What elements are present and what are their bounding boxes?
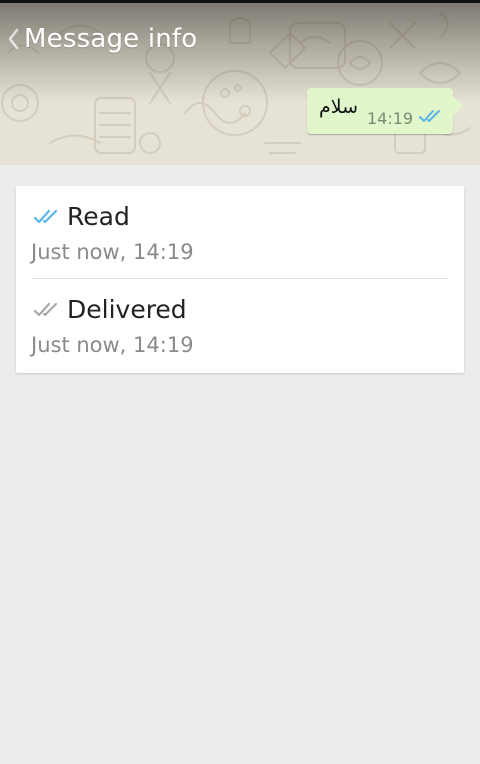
chevron-left-icon[interactable]	[2, 3, 24, 75]
receipt-time: Just now, 14:19	[31, 240, 194, 264]
message-bubble-tail	[452, 96, 464, 116]
receipt-row-read: Read Just now, 14:19	[16, 186, 464, 279]
double-check-icon	[419, 110, 440, 122]
receipt-row-delivered: Delivered Just now, 14:19	[16, 279, 464, 372]
receipts-card: Read Just now, 14:19 Delivered Just now,…	[16, 186, 464, 373]
receipt-label: Read	[67, 202, 130, 231]
message-text: سلام	[319, 96, 359, 118]
receipt-label: Delivered	[67, 295, 187, 324]
receipt-time: Just now, 14:19	[31, 333, 194, 357]
action-bar: Message info	[0, 3, 480, 75]
message-bubble[interactable]: سلام 14:19	[307, 88, 453, 134]
double-check-icon	[34, 302, 58, 317]
message-time: 14:19	[367, 109, 414, 128]
page-title[interactable]: Message info	[24, 24, 197, 54]
double-check-icon	[34, 209, 58, 224]
